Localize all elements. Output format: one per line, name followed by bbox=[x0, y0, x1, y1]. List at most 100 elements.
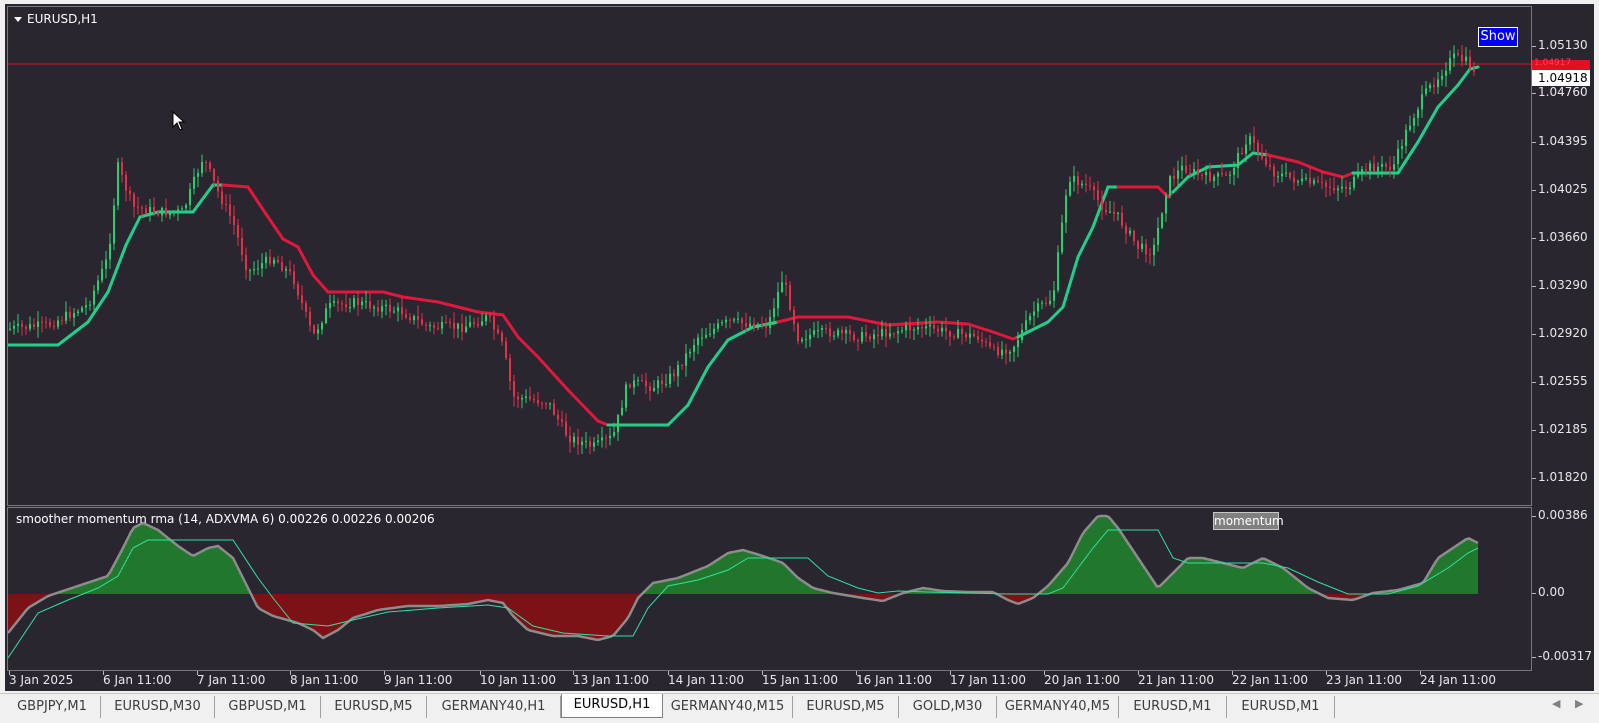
chart-tab[interactable]: GERMANY40,M15 bbox=[663, 696, 793, 718]
candle-body bbox=[1321, 181, 1323, 183]
candle-body bbox=[557, 414, 559, 420]
candle-body bbox=[289, 268, 291, 272]
triangle-left-icon[interactable]: ◀ bbox=[1552, 697, 1560, 710]
candle-body bbox=[185, 204, 187, 209]
candle-body bbox=[1213, 176, 1215, 182]
candle-body bbox=[173, 211, 175, 213]
price-axis-label: 1.01820 bbox=[1538, 470, 1588, 484]
candle-body bbox=[1229, 174, 1231, 176]
candle-body bbox=[1469, 56, 1471, 69]
chart-tab[interactable]: EURUSD,M5 bbox=[321, 696, 427, 718]
chart-tab[interactable]: GBPJPY,M1 bbox=[4, 696, 101, 718]
candle-body bbox=[113, 205, 115, 244]
candle-body bbox=[457, 323, 459, 329]
chart-tab-bar: ◀ ▶ GBPJPY,M1 EURUSD,M30 GBPUSD,M1 EURUSD,M… bbox=[0, 693, 1599, 723]
candle-body bbox=[309, 311, 311, 326]
candle-body bbox=[209, 162, 211, 170]
chart-tab[interactable]: EURUSD,M5 bbox=[793, 696, 899, 718]
mouse-pointer-icon bbox=[172, 110, 186, 135]
candle-body bbox=[285, 268, 287, 271]
candle-body bbox=[513, 381, 515, 397]
trend-line-segment bbox=[1436, 83, 1460, 109]
candle-body bbox=[501, 332, 503, 342]
chart-tab[interactable]: EURUSD,M1 bbox=[1119, 696, 1227, 718]
candle-body bbox=[1429, 84, 1431, 89]
candle-body bbox=[897, 331, 899, 334]
candle-body bbox=[585, 440, 587, 442]
chart-tab[interactable]: EURUSD,H1 bbox=[561, 694, 663, 718]
trend-line-segment bbox=[1076, 225, 1095, 259]
candle-body bbox=[957, 328, 959, 338]
chart-tab[interactable]: EURUSD,M1 bbox=[1227, 696, 1335, 718]
candle-body bbox=[949, 331, 951, 337]
candle-body bbox=[305, 303, 307, 312]
candle-body bbox=[725, 319, 727, 323]
triangle-down-icon[interactable] bbox=[14, 17, 22, 22]
chart-tab[interactable]: EURUSD,M30 bbox=[101, 696, 215, 718]
candle-body bbox=[29, 324, 31, 329]
candle-body bbox=[593, 442, 595, 447]
candle-body bbox=[169, 211, 171, 216]
candle-body bbox=[477, 323, 479, 326]
candle-body bbox=[837, 329, 839, 336]
triangle-right-icon[interactable]: ▶ bbox=[1575, 697, 1583, 710]
candle-body bbox=[1381, 163, 1383, 167]
candle-body bbox=[549, 403, 551, 405]
chart-tab[interactable]: GERMANY40,M5 bbox=[997, 696, 1119, 718]
candle-body bbox=[473, 322, 475, 324]
candle-body bbox=[213, 169, 215, 181]
candle-body bbox=[381, 306, 383, 312]
symbol-title[interactable]: EURUSD,H1 bbox=[14, 12, 98, 26]
candle-body bbox=[249, 270, 251, 272]
trend-line-segment bbox=[726, 325, 755, 342]
trend-line-segment bbox=[86, 290, 110, 324]
candle-body bbox=[665, 383, 667, 385]
price-axis-label: 1.02185 bbox=[1538, 422, 1588, 436]
candle-body bbox=[197, 173, 199, 177]
candle-body bbox=[673, 373, 675, 377]
trend-line-segment bbox=[1321, 170, 1345, 179]
trend-line-segment bbox=[706, 338, 730, 369]
candle-body bbox=[277, 259, 279, 263]
candle-body bbox=[1189, 172, 1191, 174]
candle-body bbox=[997, 347, 999, 356]
candle-body bbox=[397, 307, 399, 312]
trend-line-segment bbox=[281, 237, 300, 249]
candle-body bbox=[65, 311, 67, 321]
candle-body bbox=[1065, 195, 1067, 223]
candle-body bbox=[849, 330, 851, 335]
candle-body bbox=[1101, 200, 1103, 211]
time-axis-label: 22 Jan 11:00 bbox=[1232, 673, 1308, 687]
price-chart-pane[interactable]: EURUSD,H1 Show bbox=[7, 6, 1532, 506]
candle-body bbox=[801, 339, 803, 342]
candle-body bbox=[141, 207, 143, 209]
candle-body bbox=[401, 307, 403, 315]
chart-tab[interactable]: GERMANY40,H1 bbox=[427, 696, 561, 718]
candle-body bbox=[1461, 54, 1463, 62]
candle-body bbox=[729, 319, 731, 321]
candle-body bbox=[77, 311, 79, 314]
chart-tab[interactable]: GOLD,M30 bbox=[899, 696, 997, 718]
momentum-button[interactable]: momentum bbox=[1213, 512, 1284, 530]
candle-body bbox=[1085, 183, 1087, 186]
candle-body bbox=[317, 329, 319, 334]
candle-body bbox=[1349, 187, 1351, 190]
candle-body bbox=[541, 403, 543, 405]
candle-body bbox=[529, 396, 531, 400]
candle-body bbox=[1373, 163, 1375, 172]
candle-body bbox=[1357, 172, 1359, 177]
candle-body bbox=[17, 323, 19, 326]
chart-tab[interactable]: GBPUSD,M1 bbox=[215, 696, 321, 718]
candle-body bbox=[189, 188, 191, 205]
candle-body bbox=[1097, 190, 1099, 201]
candle-body bbox=[809, 334, 811, 340]
candle-body bbox=[365, 301, 367, 303]
candle-body bbox=[589, 440, 591, 447]
candle-body bbox=[769, 317, 771, 328]
candle-body bbox=[481, 321, 483, 326]
candle-body bbox=[261, 263, 263, 269]
candle-body bbox=[1417, 109, 1419, 119]
show-button[interactable]: Show bbox=[1478, 27, 1518, 47]
candle-body bbox=[1169, 176, 1171, 196]
indicator-pane[interactable]: smoother momentum rma (14, ADXVMA 6) 0.0… bbox=[7, 507, 1532, 671]
